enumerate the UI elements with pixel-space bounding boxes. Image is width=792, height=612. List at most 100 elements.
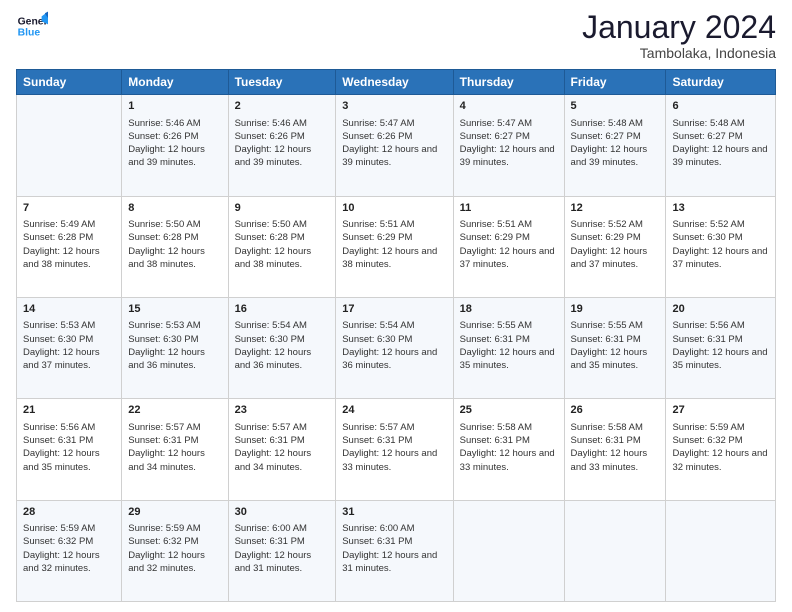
col-header-thursday: Thursday [453,70,564,95]
day-number: 10 [342,201,446,216]
day-number: 1 [128,99,221,114]
col-header-tuesday: Tuesday [228,70,336,95]
day-cell: 26 Sunrise: 5:58 AMSunset: 6:31 PMDayligh… [564,399,666,500]
day-info: Sunrise: 5:59 AMSunset: 6:32 PMDaylight:… [672,422,767,473]
day-info: Sunrise: 6:00 AMSunset: 6:31 PMDaylight:… [342,523,437,574]
day-info: Sunrise: 5:57 AMSunset: 6:31 PMDaylight:… [235,422,312,473]
day-number: 15 [128,302,221,317]
day-cell [453,500,564,601]
day-cell: 29 Sunrise: 5:59 AMSunset: 6:32 PMDayligh… [122,500,228,601]
title-block: January 2024 Tambolaka, Indonesia [582,10,776,61]
day-cell: 30 Sunrise: 6:00 AMSunset: 6:31 PMDayligh… [228,500,336,601]
day-number: 2 [235,99,330,114]
month-title: January 2024 [582,10,776,45]
col-header-friday: Friday [564,70,666,95]
day-cell: 25 Sunrise: 5:58 AMSunset: 6:31 PMDayligh… [453,399,564,500]
logo-icon: General Blue [16,10,48,42]
day-number: 8 [128,201,221,216]
day-info: Sunrise: 5:57 AMSunset: 6:31 PMDaylight:… [342,422,437,473]
location: Tambolaka, Indonesia [582,45,776,61]
day-cell [666,500,776,601]
day-info: Sunrise: 5:56 AMSunset: 6:31 PMDaylight:… [23,422,100,473]
day-cell: 18Sunrise: 5:55 AMSunset: 6:31 PMDayligh… [453,297,564,398]
day-number: 25 [460,403,558,418]
day-number: 23 [235,403,330,418]
day-info: Sunrise: 5:48 AMSunset: 6:27 PMDaylight:… [672,118,767,169]
day-info: Sunrise: 5:58 AMSunset: 6:31 PMDaylight:… [460,422,555,473]
day-info: Sunrise: 5:50 AMSunset: 6:28 PMDaylight:… [128,219,205,270]
day-number: 30 [235,505,330,520]
day-cell: 8 Sunrise: 5:50 AMSunset: 6:28 PMDaylight… [122,196,228,297]
day-cell: 1 Sunrise: 5:46 AMSunset: 6:26 PMDaylight… [122,95,228,196]
day-info: Sunrise: 5:46 AMSunset: 6:26 PMDaylight:… [235,118,312,169]
day-number: 18 [460,302,558,317]
day-info: Sunrise: 5:51 AMSunset: 6:29 PMDaylight:… [460,219,555,270]
day-info: Sunrise: 5:52 AMSunset: 6:29 PMDaylight:… [571,219,648,270]
day-info: Sunrise: 5:59 AMSunset: 6:32 PMDaylight:… [23,523,100,574]
day-info: Sunrise: 5:58 AMSunset: 6:31 PMDaylight:… [571,422,648,473]
col-header-wednesday: Wednesday [336,70,453,95]
day-cell: 17 Sunrise: 5:54 AMSunset: 6:30 PMDayligh… [336,297,453,398]
day-info: Sunrise: 5:53 AMSunset: 6:30 PMDaylight:… [23,320,100,371]
day-cell: 7Sunrise: 5:49 AMSunset: 6:28 PMDaylight… [17,196,122,297]
day-number: 19 [571,302,660,317]
day-number: 16 [235,302,330,317]
header-row: SundayMondayTuesdayWednesdayThursdayFrid… [17,70,776,95]
day-cell: 3Sunrise: 5:47 AMSunset: 6:26 PMDaylight… [336,95,453,196]
day-info: Sunrise: 5:53 AMSunset: 6:30 PMDaylight:… [128,320,205,371]
page: General Blue January 2024 Tambolaka, Ind… [0,0,792,612]
day-cell: 11Sunrise: 5:51 AMSunset: 6:29 PMDayligh… [453,196,564,297]
day-info: Sunrise: 5:56 AMSunset: 6:31 PMDaylight:… [672,320,767,371]
day-number: 4 [460,99,558,114]
day-info: Sunrise: 5:55 AMSunset: 6:31 PMDaylight:… [571,320,648,371]
day-cell: 16 Sunrise: 5:54 AMSunset: 6:30 PMDayligh… [228,297,336,398]
day-number: 5 [571,99,660,114]
day-number: 12 [571,201,660,216]
day-cell: 5Sunrise: 5:48 AMSunset: 6:27 PMDaylight… [564,95,666,196]
logo: General Blue [16,10,48,42]
day-number: 6 [672,99,769,114]
week-row-2: 7Sunrise: 5:49 AMSunset: 6:28 PMDaylight… [17,196,776,297]
day-number: 27 [672,403,769,418]
day-cell: 2 Sunrise: 5:46 AMSunset: 6:26 PMDaylight… [228,95,336,196]
day-number: 31 [342,505,446,520]
header: General Blue January 2024 Tambolaka, Ind… [16,10,776,61]
day-cell: 23 Sunrise: 5:57 AMSunset: 6:31 PMDayligh… [228,399,336,500]
day-cell: 6 Sunrise: 5:48 AMSunset: 6:27 PMDaylight… [666,95,776,196]
day-cell [17,95,122,196]
day-info: Sunrise: 5:49 AMSunset: 6:28 PMDaylight:… [23,219,100,270]
day-info: Sunrise: 5:57 AMSunset: 6:31 PMDaylight:… [128,422,205,473]
day-cell: 22 Sunrise: 5:57 AMSunset: 6:31 PMDayligh… [122,399,228,500]
day-number: 26 [571,403,660,418]
col-header-saturday: Saturday [666,70,776,95]
day-number: 29 [128,505,221,520]
day-cell: 15 Sunrise: 5:53 AMSunset: 6:30 PMDayligh… [122,297,228,398]
calendar-table: SundayMondayTuesdayWednesdayThursdayFrid… [16,69,776,602]
day-number: 13 [672,201,769,216]
day-info: Sunrise: 6:00 AMSunset: 6:31 PMDaylight:… [235,523,312,574]
day-number: 22 [128,403,221,418]
day-info: Sunrise: 5:46 AMSunset: 6:26 PMDaylight:… [128,118,205,169]
day-number: 3 [342,99,446,114]
day-number: 20 [672,302,769,317]
week-row-3: 14Sunrise: 5:53 AMSunset: 6:30 PMDayligh… [17,297,776,398]
day-number: 28 [23,505,115,520]
day-cell: 13 Sunrise: 5:52 AMSunset: 6:30 PMDayligh… [666,196,776,297]
day-info: Sunrise: 5:54 AMSunset: 6:30 PMDaylight:… [235,320,312,371]
day-info: Sunrise: 5:47 AMSunset: 6:27 PMDaylight:… [460,118,555,169]
day-cell: 9Sunrise: 5:50 AMSunset: 6:28 PMDaylight… [228,196,336,297]
day-cell [564,500,666,601]
day-cell: 21Sunrise: 5:56 AMSunset: 6:31 PMDayligh… [17,399,122,500]
day-info: Sunrise: 5:51 AMSunset: 6:29 PMDaylight:… [342,219,437,270]
day-number: 24 [342,403,446,418]
day-cell: 14Sunrise: 5:53 AMSunset: 6:30 PMDayligh… [17,297,122,398]
day-cell: 10 Sunrise: 5:51 AMSunset: 6:29 PMDayligh… [336,196,453,297]
col-header-monday: Monday [122,70,228,95]
day-info: Sunrise: 5:54 AMSunset: 6:30 PMDaylight:… [342,320,437,371]
day-cell: 4 Sunrise: 5:47 AMSunset: 6:27 PMDaylight… [453,95,564,196]
day-info: Sunrise: 5:52 AMSunset: 6:30 PMDaylight:… [672,219,767,270]
day-cell: 28 Sunrise: 5:59 AMSunset: 6:32 PMDayligh… [17,500,122,601]
day-info: Sunrise: 5:59 AMSunset: 6:32 PMDaylight:… [128,523,205,574]
day-number: 17 [342,302,446,317]
day-number: 9 [235,201,330,216]
